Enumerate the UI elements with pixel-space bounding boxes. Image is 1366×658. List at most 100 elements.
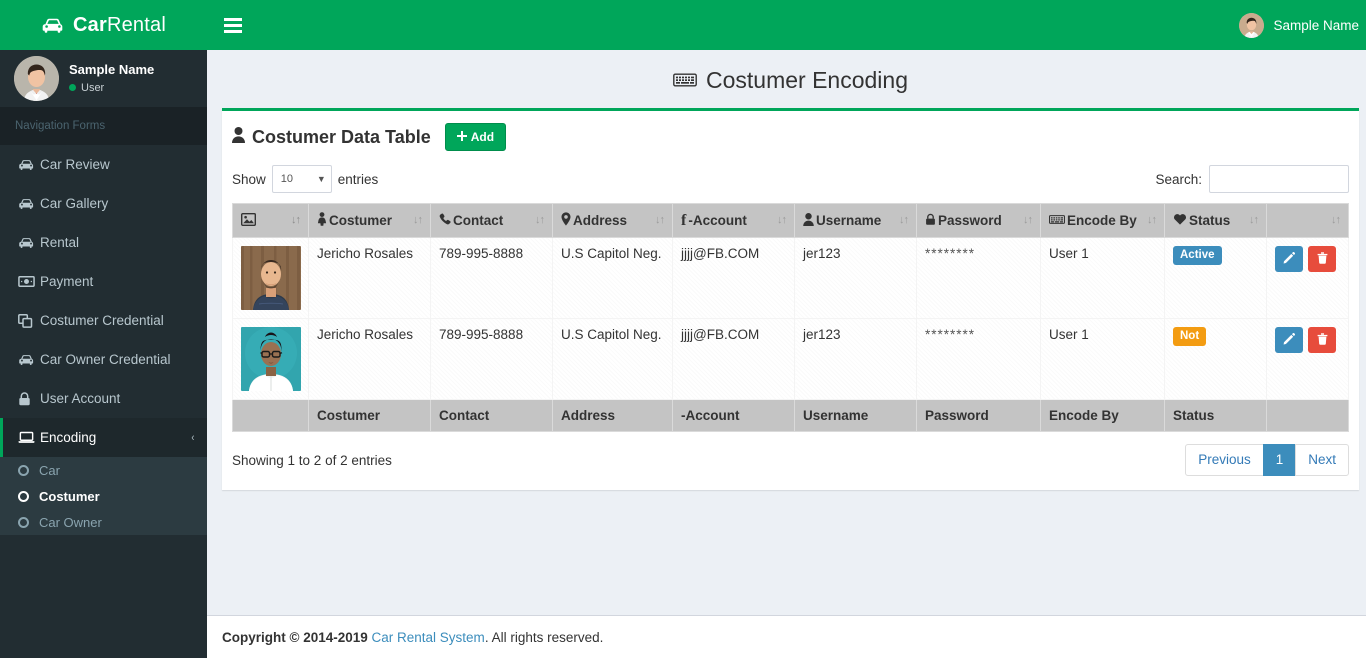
brand-logo[interactable]: Car Rental (0, 0, 207, 50)
car-icon (18, 353, 40, 366)
column-header-label: Costumer (329, 213, 393, 228)
box-header: Costumer Data Table Add (222, 111, 1359, 159)
cell-actions (1266, 318, 1349, 400)
cell-contact: 789-995-8888 (430, 237, 553, 319)
topbar-user-menu[interactable]: Sample Name (1239, 12, 1359, 38)
car-icon (18, 158, 40, 171)
edit-button[interactable] (1275, 327, 1303, 353)
sidebar-user-role: User (69, 80, 154, 96)
lock-icon (925, 213, 936, 229)
cell-account: jjjj@FB.COM (672, 237, 795, 319)
main-area: Sample Name Costumer Encoding Costumer D… (207, 0, 1366, 658)
map-marker-icon (561, 212, 571, 229)
column-header-costumer[interactable]: Costumer ↓↑ (308, 203, 431, 238)
pagination-previous[interactable]: Previous (1185, 444, 1264, 476)
page-length-select[interactable]: 10 (271, 165, 332, 193)
copyright-prefix: Copyright © 2014-2019 (222, 629, 372, 645)
circle-o-icon (18, 516, 29, 528)
pagination-page-1[interactable]: 1 (1262, 444, 1297, 476)
column-header-label: Encode By (1067, 213, 1137, 228)
box-body: Show 10 ▼ entries Search: ↓↑ Costumer ↓↑… (222, 159, 1359, 490)
table-footer-row: Costumer Contact Address -Account Userna… (232, 399, 1349, 432)
sidebar-item-encoding[interactable]: Encoding ‹ (0, 418, 207, 457)
sidebar-submenu-encoding: Car Costumer Car Owner (0, 457, 207, 535)
edit-button[interactable] (1275, 246, 1303, 272)
user-icon (803, 212, 814, 229)
table-body: Jericho Rosales 789-995-8888 U.S Capitol… (232, 237, 1349, 400)
footer-cell-username: Username (794, 399, 917, 432)
cell-password: ******** (916, 318, 1041, 400)
page-length-control: Show 10 ▼ entries (232, 165, 378, 193)
footer-cell-address: Address (552, 399, 673, 432)
sidebar-item-car-review[interactable]: Car Review (0, 145, 207, 184)
footer-cell-encode-by: Encode By (1040, 399, 1165, 432)
sidebar-item-user-account[interactable]: User Account (0, 379, 207, 418)
page-footer: Copyright © 2014-2019 Car Rental System.… (207, 615, 1366, 658)
cell-account: jjjj@FB.COM (672, 318, 795, 400)
top-navbar: Sample Name (207, 0, 1366, 50)
column-header-address[interactable]: Address ↓↑ (552, 203, 673, 238)
column-header-contact[interactable]: Contact ↓↑ (430, 203, 553, 238)
footer-link[interactable]: Car Rental System (372, 630, 485, 645)
box-title: Costumer Data Table (232, 126, 431, 148)
sidebar-item-car-owner-credential[interactable]: Car Owner Credential (0, 340, 207, 379)
sidebar-item-car-gallery[interactable]: Car Gallery (0, 184, 207, 223)
sidebar-item-label: User Account (40, 391, 121, 406)
sidebar-subitem-car[interactable]: Car (0, 457, 207, 483)
table-header-row: ↓↑ Costumer ↓↑ Contact ↓↑ Address ↓↑ f -… (232, 203, 1349, 238)
footer-cell-photo (232, 399, 309, 432)
column-header-status[interactable]: Status ↓↑ (1164, 203, 1267, 238)
car-icon (18, 197, 40, 210)
column-header-password[interactable]: Password ↓↑ (916, 203, 1041, 238)
add-button[interactable]: Add (444, 123, 507, 151)
sidebar-subitem-car-owner[interactable]: Car Owner (0, 509, 207, 535)
costumer-data-table-box: Costumer Data Table Add Show 10 ▼ entrie… (222, 108, 1359, 490)
search-input[interactable] (1209, 165, 1349, 193)
delete-button[interactable] (1308, 246, 1336, 272)
column-header-username[interactable]: Username ↓↑ (794, 203, 917, 238)
avatar (1239, 12, 1265, 38)
sort-icon: ↓↑ (1249, 214, 1259, 226)
table-row[interactable]: Jericho Rosales 789-995-8888 U.S Capitol… (232, 318, 1349, 400)
chevron-left-icon: ‹ (191, 431, 195, 444)
table-row[interactable]: Jericho Rosales 789-995-8888 U.S Capitol… (232, 237, 1349, 319)
page-title: Costumer Encoding (673, 67, 908, 94)
page-length-select-wrap: 10 ▼ (271, 165, 332, 193)
avatar (14, 56, 59, 101)
sort-icon: ↓↑ (291, 214, 301, 226)
sidebar-item-rental[interactable]: Rental (0, 223, 207, 262)
footer-cell-contact: Contact (430, 399, 553, 432)
search-control: Search: (1155, 165, 1349, 193)
sort-icon: ↓↑ (899, 214, 909, 226)
page-title-text: Costumer Encoding (706, 67, 908, 93)
column-header-actions[interactable]: ↓↑ (1266, 203, 1349, 238)
sidebar: Car Rental Sample Name User Navigation F… (0, 0, 207, 658)
cell-encode-by: User 1 (1040, 318, 1165, 400)
costumer-table: ↓↑ Costumer ↓↑ Contact ↓↑ Address ↓↑ f -… (232, 203, 1349, 432)
cell-actions (1266, 237, 1349, 319)
sidebar-item-costumer-credential[interactable]: Costumer Credential (0, 301, 207, 340)
sidebar-item-label: Costumer Credential (40, 313, 164, 328)
search-label: Search: (1155, 171, 1202, 187)
column-header-photo[interactable]: ↓↑ (232, 203, 309, 238)
cell-password: ******** (916, 237, 1041, 319)
sort-icon: ↓↑ (1023, 214, 1033, 226)
column-header-label: Contact (453, 213, 504, 228)
column-header-encode-by[interactable]: Encode By ↓↑ (1040, 203, 1165, 238)
pencil-icon (1283, 332, 1295, 348)
sidebar-user-panel[interactable]: Sample Name User (0, 50, 207, 107)
delete-button[interactable] (1308, 327, 1336, 353)
pagination-next[interactable]: Next (1295, 444, 1349, 476)
entries-label: entries (337, 171, 379, 187)
hamburger-icon[interactable] (222, 14, 244, 37)
column-header-label: -Account (688, 213, 747, 228)
sidebar-user-name: Sample Name (69, 61, 155, 77)
footer-cell-status: Status (1164, 399, 1267, 432)
pagination: Previous 1 Next (1185, 444, 1349, 476)
column-header-account[interactable]: f -Account ↓↑ (672, 203, 795, 238)
brand-text-bold: Car (73, 13, 107, 36)
sidebar-item-payment[interactable]: Payment (0, 262, 207, 301)
sort-icon: ↓↑ (1147, 214, 1157, 226)
sidebar-subitem-costumer[interactable]: Costumer (0, 483, 207, 509)
trash-icon (1317, 251, 1328, 267)
